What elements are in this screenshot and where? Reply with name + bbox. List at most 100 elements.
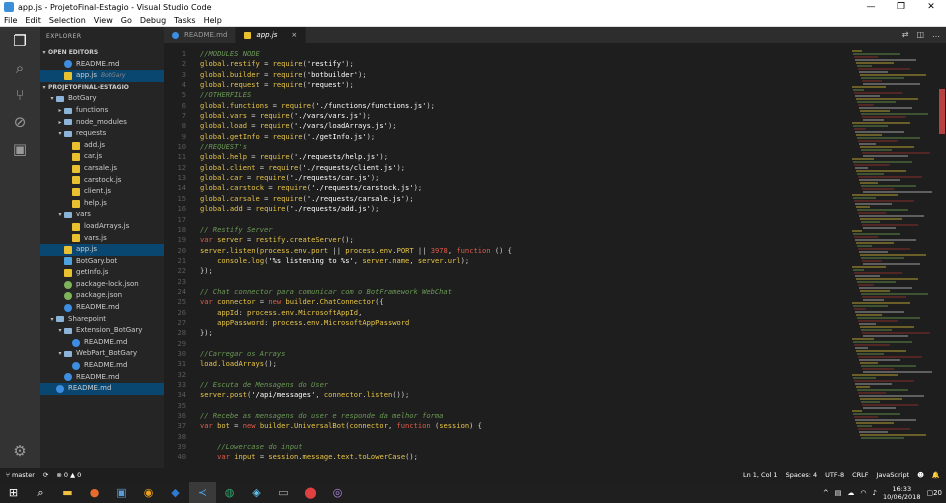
network-app-icon[interactable]: ◈ xyxy=(243,482,270,503)
xbox-icon[interactable]: ◍ xyxy=(216,482,243,503)
tree-item[interactable]: ▾ BotGary xyxy=(40,93,164,105)
menu-item-view[interactable]: View xyxy=(90,16,117,25)
app-icon[interactable]: ◆ xyxy=(162,482,189,503)
twisty-icon[interactable]: ▾ xyxy=(40,82,48,94)
indentation[interactable]: Spaces: 4 xyxy=(786,471,818,479)
split-editor-icon[interactable]: ◫ xyxy=(916,30,924,39)
tree-item[interactable]: README.md xyxy=(40,337,164,349)
menu-item-tasks[interactable]: Tasks xyxy=(170,16,199,25)
open-changes-icon[interactable]: ⇄ xyxy=(902,30,909,39)
tree-item[interactable]: add.js xyxy=(40,140,164,152)
language-mode[interactable]: JavaScript xyxy=(877,471,910,479)
notifications-bell-icon[interactable]: 🔔 xyxy=(932,471,940,479)
vscode-taskbar-icon[interactable]: ≺ xyxy=(189,482,216,503)
menu-item-debug[interactable]: Debug xyxy=(136,16,170,25)
settings-gear-icon[interactable]: ⚙ xyxy=(0,437,40,464)
twisty-icon[interactable]: ▸ xyxy=(56,117,64,129)
menu-item-file[interactable]: File xyxy=(0,16,21,25)
tree-item[interactable]: ▾ Sharepoint xyxy=(40,314,164,326)
section-project[interactable]: ▾ PROJETOFINAL-ESTAGIO xyxy=(40,82,164,94)
media-app-icon[interactable]: ◎ xyxy=(324,482,351,503)
tree-item[interactable]: package-lock.json xyxy=(40,279,164,291)
tree-item[interactable]: carsale.js xyxy=(40,163,164,175)
twisty-icon[interactable]: ▾ xyxy=(56,128,64,140)
tree-item[interactable]: ▾ Extension_BotGary xyxy=(40,325,164,337)
tree-item[interactable]: README.md xyxy=(40,383,164,395)
menu-item-help[interactable]: Help xyxy=(200,16,226,25)
feedback-smiley-icon[interactable]: ☻ xyxy=(917,471,924,479)
cursor-position[interactable]: Ln 1, Col 1 xyxy=(743,471,778,479)
tree-item[interactable]: ▾ requests xyxy=(40,128,164,140)
minimap-line xyxy=(854,272,902,274)
tree-item[interactable]: help.js xyxy=(40,198,164,210)
tree-item[interactable]: client.js xyxy=(40,186,164,198)
clock[interactable]: 16:33 10/06/2018 xyxy=(883,485,920,501)
scrollbar-thumb[interactable] xyxy=(939,89,945,134)
file-explorer-icon[interactable]: ▬ xyxy=(54,482,81,503)
tree-item[interactable]: ▸ node_modules xyxy=(40,117,164,129)
twisty-icon[interactable]: ▾ xyxy=(56,325,64,337)
action-center-icon[interactable]: ▢20 xyxy=(926,489,942,497)
wifi-icon[interactable]: ◠ xyxy=(860,489,866,497)
tree-item[interactable]: BotGary.bot xyxy=(40,256,164,268)
teams-icon[interactable]: ▣ xyxy=(108,482,135,503)
debug-icon[interactable]: ⊘ xyxy=(0,108,40,135)
tree-item[interactable]: README.md xyxy=(40,302,164,314)
tree-item[interactable]: ▾ vars xyxy=(40,209,164,221)
twisty-icon[interactable]: ▾ xyxy=(56,209,64,221)
firefox-icon[interactable]: ● xyxy=(81,482,108,503)
git-branch[interactable]: ⑂ master xyxy=(6,471,35,479)
close-tab-icon[interactable]: × xyxy=(291,27,297,43)
minimap[interactable] xyxy=(852,49,940,468)
section-open-editors[interactable]: ▾ OPEN EDITORS xyxy=(40,47,164,59)
postman-icon[interactable]: ⬤ xyxy=(297,482,324,503)
open-editor-item[interactable]: app.js BotGary xyxy=(40,70,164,82)
minimap-line xyxy=(861,401,880,403)
maximize-button[interactable]: ❐ xyxy=(886,0,916,14)
editor-scrollbar[interactable] xyxy=(938,49,946,468)
tree-item[interactable]: README.md xyxy=(40,360,164,372)
tab-README-md[interactable]: README.md xyxy=(164,27,237,43)
menu-item-selection[interactable]: Selection xyxy=(45,16,90,25)
chrome-icon[interactable]: ◉ xyxy=(135,482,162,503)
menu-item-edit[interactable]: Edit xyxy=(21,16,45,25)
twisty-icon[interactable]: ▾ xyxy=(40,47,48,59)
twisty-icon[interactable]: ▾ xyxy=(56,348,64,360)
more-actions-icon[interactable]: … xyxy=(932,30,940,39)
tree-item[interactable]: ▾ WebPart_BotGary xyxy=(40,348,164,360)
extensions-icon[interactable]: ▣ xyxy=(0,135,40,162)
tree-item[interactable]: README.md xyxy=(40,372,164,384)
code-editor[interactable]: 1 //MODULES NODE 2 global.restify = require… xyxy=(164,49,854,468)
tree-item[interactable]: car.js xyxy=(40,151,164,163)
tree-item[interactable]: ▸ functions xyxy=(40,105,164,117)
close-button[interactable]: ✕ xyxy=(916,0,946,14)
tree-item[interactable]: loadArrays.js xyxy=(40,221,164,233)
menu-item-go[interactable]: Go xyxy=(117,16,136,25)
search-icon[interactable]: ⌕ xyxy=(27,482,54,503)
encoding[interactable]: UTF-8 xyxy=(825,471,844,479)
windows-start-icon[interactable]: ⊞ xyxy=(0,482,27,503)
open-editor-item[interactable]: README.md xyxy=(40,59,164,71)
search-icon[interactable]: ⌕ xyxy=(0,54,40,81)
source-control-icon[interactable]: ⑂ xyxy=(0,81,40,108)
twisty-icon[interactable]: ▸ xyxy=(56,105,64,117)
minimap-line xyxy=(862,188,894,190)
tab-app-js[interactable]: app.js × xyxy=(236,27,307,43)
tree-item[interactable]: carstock.js xyxy=(40,175,164,187)
tree-item[interactable]: vars.js xyxy=(40,233,164,245)
terminal-icon[interactable]: ▭ xyxy=(270,482,297,503)
twisty-icon[interactable]: ▾ xyxy=(48,314,56,326)
tree-item[interactable]: getInfo.js xyxy=(40,267,164,279)
sync-icon[interactable]: ⟳ xyxy=(43,471,48,479)
network-icon[interactable]: ▤ xyxy=(835,489,842,497)
volume-icon[interactable]: ♪ xyxy=(873,489,877,497)
minimize-button[interactable]: — xyxy=(856,0,886,14)
explorer-icon[interactable]: ❐ xyxy=(0,27,40,54)
line-ending[interactable]: CRLF xyxy=(852,471,868,479)
twisty-icon[interactable]: ▾ xyxy=(48,93,56,105)
tree-item[interactable]: package.json xyxy=(40,290,164,302)
cloud-icon[interactable]: ☁ xyxy=(847,489,854,497)
tree-item[interactable]: app.js xyxy=(40,244,164,256)
problems-indicator[interactable]: ⊗ 0 ▲ 0 xyxy=(56,471,81,479)
tray-chevron-icon[interactable]: ^ xyxy=(823,489,829,497)
